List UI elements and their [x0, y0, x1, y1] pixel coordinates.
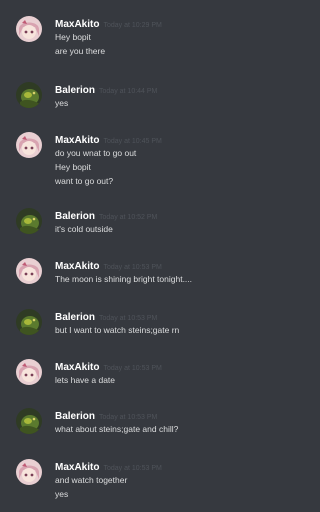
message-content: MaxAkito Today at 10:53 PM and watch toge…: [55, 459, 263, 501]
chat-log: MaxAkito Today at 10:29 PM Hey bopit are …: [0, 0, 269, 512]
timestamp: Today at 10:53 PM: [103, 465, 162, 472]
timestamp: Today at 10:53 PM: [99, 315, 158, 322]
maxakito-avatar[interactable]: [16, 132, 42, 158]
author-name[interactable]: MaxAkito: [55, 19, 99, 30]
author-name[interactable]: Balerion: [55, 312, 95, 323]
author-name[interactable]: Balerion: [55, 211, 95, 222]
message-line: The moon is shining bright tonight....: [55, 274, 193, 284]
message-line: Hey bopit: [55, 32, 91, 42]
maxakito-avatar[interactable]: [16, 459, 42, 485]
message-content: MaxAkito Today at 10:29 PM Hey bopit are …: [55, 16, 263, 58]
author-name[interactable]: Balerion: [55, 85, 95, 96]
balerion-avatar[interactable]: [16, 408, 42, 434]
maxakito-avatar[interactable]: [16, 16, 42, 42]
timestamp: Today at 10:44 PM: [99, 88, 158, 95]
timestamp: Today at 10:45 PM: [103, 138, 162, 145]
message-content: MaxAkito Today at 10:53 PM lets have a da…: [55, 359, 263, 387]
message-content: Balerion Today at 10:52 PM it's cold outs…: [55, 208, 263, 236]
author-name[interactable]: Balerion: [55, 411, 95, 422]
maxakito-avatar[interactable]: [16, 258, 42, 284]
message-header: MaxAkito Today at 10:45 PM: [55, 132, 263, 146]
timestamp: Today at 10:53 PM: [103, 365, 162, 372]
message-line: lets have a date: [55, 375, 116, 385]
author-name[interactable]: MaxAkito: [55, 362, 99, 373]
balerion-avatar[interactable]: [16, 309, 42, 335]
timestamp: Today at 10:53 PM: [103, 264, 162, 271]
message-header: Balerion Today at 10:53 PM: [55, 408, 263, 422]
message-header: Balerion Today at 10:52 PM: [55, 208, 263, 222]
message-header: Balerion Today at 10:53 PM: [55, 309, 263, 323]
message-content: Balerion Today at 10:53 PM what about ste…: [55, 408, 263, 436]
message-content: MaxAkito Today at 10:45 PM do you wnat to…: [55, 132, 263, 188]
message-line: Hey bopit: [55, 162, 91, 172]
timestamp: Today at 10:53 PM: [99, 414, 158, 421]
author-name[interactable]: MaxAkito: [55, 462, 99, 473]
message-header: MaxAkito Today at 10:53 PM: [55, 258, 263, 272]
message-content: Balerion Today at 10:53 PM but I want to …: [55, 309, 263, 337]
message-line: and watch together: [55, 475, 128, 485]
message-line: do you wnat to go out: [55, 148, 137, 158]
maxakito-avatar[interactable]: [16, 359, 42, 385]
message-line: it's cold outside: [55, 224, 113, 234]
message-content: Balerion Today at 10:44 PM yes: [55, 82, 263, 110]
author-name[interactable]: MaxAkito: [55, 135, 99, 146]
message-header: MaxAkito Today at 10:53 PM: [55, 359, 263, 373]
balerion-avatar[interactable]: [16, 208, 42, 234]
message-line: want to go out?: [55, 176, 114, 186]
author-name[interactable]: MaxAkito: [55, 261, 99, 272]
balerion-avatar[interactable]: [16, 82, 42, 108]
message-line: what about steins;gate and chill?: [55, 424, 179, 434]
message-header: MaxAkito Today at 10:53 PM: [55, 459, 263, 473]
message-line: are you there: [55, 46, 106, 56]
timestamp: Today at 10:29 PM: [103, 22, 162, 29]
message-line: but I want to watch steins;gate rn: [55, 325, 180, 335]
message-line: yes: [55, 98, 69, 108]
message-line: yes: [55, 489, 69, 499]
message-header: Balerion Today at 10:44 PM: [55, 82, 263, 96]
message-header: MaxAkito Today at 10:29 PM: [55, 16, 263, 30]
timestamp: Today at 10:52 PM: [99, 214, 158, 221]
message-content: MaxAkito Today at 10:53 PM The moon is sh…: [55, 258, 263, 286]
